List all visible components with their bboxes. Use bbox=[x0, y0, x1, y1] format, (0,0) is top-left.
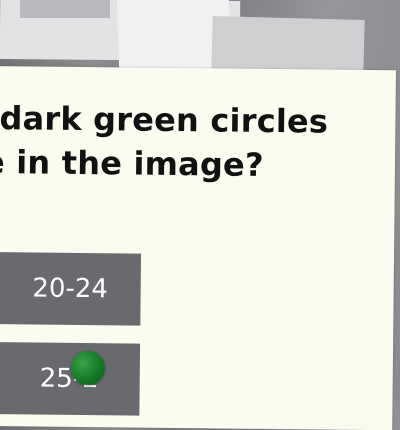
question-text: dark green circles e in the image? bbox=[0, 96, 400, 188]
background-paper bbox=[211, 16, 365, 76]
answer-option-20-24[interactable]: 20-24 bbox=[0, 251, 142, 326]
question-line-1: dark green circles bbox=[0, 99, 329, 141]
quiz-panel: dark green circles e in the image? 20-24… bbox=[0, 66, 396, 430]
background-paper bbox=[20, 0, 110, 18]
green-pointer-dot bbox=[71, 351, 105, 385]
answer-label: 20-24 bbox=[32, 273, 109, 305]
question-line-2: e in the image? bbox=[0, 142, 264, 184]
answer-option-25-29[interactable]: 25-2 bbox=[0, 341, 141, 416]
